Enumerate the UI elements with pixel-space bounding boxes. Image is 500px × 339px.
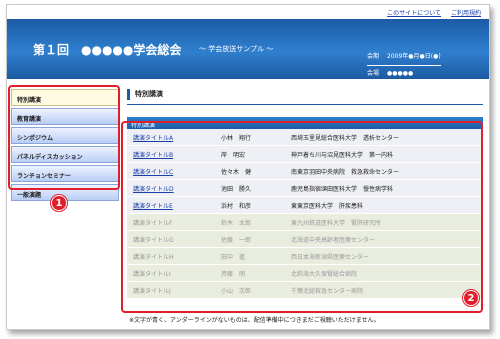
callout-badge-2: 2 <box>463 290 479 306</box>
event-meta: 会期 2009年●月●日(●) 会場 ●●●●● <box>367 49 441 83</box>
terms-link[interactable]: ご利用規約 <box>451 8 481 17</box>
section-divider <box>127 104 483 105</box>
sidebar-highlight-box <box>8 85 120 190</box>
venue-value: ●●●●● <box>387 70 414 77</box>
date-value: 2009年●月●日(●) <box>387 53 441 60</box>
date-label: 会期 <box>367 53 380 60</box>
top-links: このサイトについて ご利用規約 <box>387 8 481 17</box>
page-title: 第１回 ●●●●●学会総会 <box>33 43 182 57</box>
list-highlight-box <box>121 121 483 313</box>
page-subtitle: 〜 学会放送サンプル 〜 <box>199 45 274 53</box>
header-banner: 第１回 ●●●●●学会総会 〜 学会放送サンプル 〜 会期 2009年●月●日(… <box>7 19 489 83</box>
availability-note: ※文字が青く、アンダーラインがないものは、配信準備中につきまだご視聴いただけませ… <box>129 317 380 324</box>
callout-badge-1: 1 <box>51 195 67 211</box>
about-link[interactable]: このサイトについて <box>387 8 441 17</box>
section-title: 特別講演 <box>127 89 483 100</box>
venue-label: 会場 <box>367 70 380 77</box>
